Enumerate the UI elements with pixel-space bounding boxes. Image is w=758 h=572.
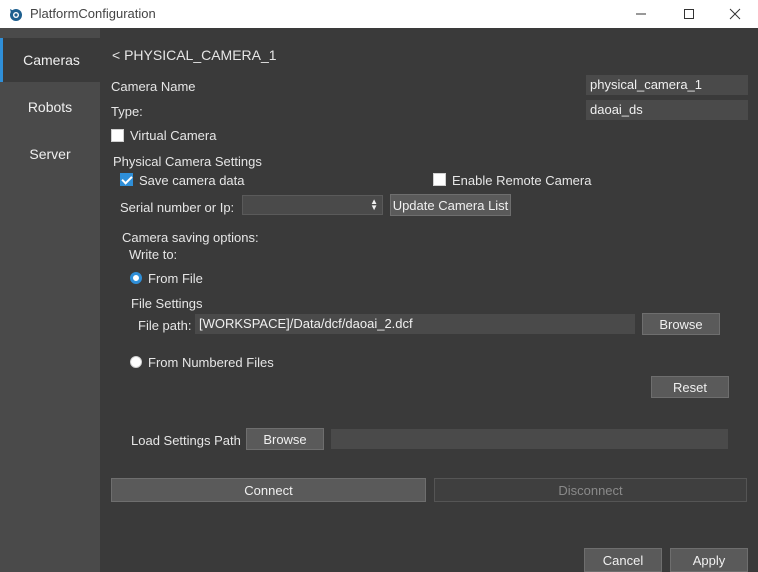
file-path-field[interactable]: [WORKSPACE]/Data/dcf/daoai_2.dcf <box>195 314 635 334</box>
virtual-camera-checkbox[interactable] <box>111 129 124 142</box>
maximize-icon <box>684 9 694 19</box>
from-file-label: From File <box>148 271 203 286</box>
connect-button[interactable]: Connect <box>111 478 426 502</box>
enable-remote-camera-checkbox[interactable] <box>433 173 446 186</box>
sidebar-item-server[interactable]: Server <box>0 132 100 176</box>
minimize-button[interactable] <box>618 0 664 28</box>
window-title: PlatformConfiguration <box>30 6 156 21</box>
virtual-camera-label: Virtual Camera <box>130 128 217 143</box>
footer-sidebar-edge <box>0 547 100 572</box>
file-path-label: File path: <box>138 318 192 333</box>
app-logo-icon <box>10 9 22 21</box>
from-file-radio[interactable] <box>130 272 142 284</box>
from-numbered-files-label: From Numbered Files <box>148 355 274 370</box>
enable-remote-camera-label: Enable Remote Camera <box>452 173 592 188</box>
connect-label: Connect <box>244 482 293 498</box>
type-label: Type: <box>111 104 143 119</box>
load-settings-path-field[interactable] <box>331 429 728 449</box>
back-link[interactable]: < PHYSICAL_CAMERA_1 <box>112 47 277 63</box>
camera-name-label: Camera Name <box>111 79 196 94</box>
browse-file-label: Browse <box>659 316 703 332</box>
sidebar-item-label: Robots <box>27 99 73 115</box>
serial-select[interactable]: ▲ ▼ <box>242 195 383 215</box>
load-settings-label: Load Settings Path <box>131 433 241 448</box>
update-camera-list-button[interactable]: Update Camera List <box>390 194 511 216</box>
update-camera-list-label: Update Camera List <box>392 197 509 213</box>
maximize-button[interactable] <box>666 0 712 28</box>
camera-name-field[interactable]: physical_camera_1 <box>586 75 748 95</box>
sidebar: Cameras Robots Server <box>0 28 100 547</box>
close-button[interactable] <box>712 0 758 28</box>
sidebar-item-cameras[interactable]: Cameras <box>0 38 100 82</box>
browse-file-button[interactable]: Browse <box>642 313 720 335</box>
sidebar-item-robots[interactable]: Robots <box>0 85 100 129</box>
cancel-button[interactable]: Cancel <box>584 548 662 572</box>
load-settings-browse-label: Browse <box>263 431 307 447</box>
file-settings-heading: File Settings <box>131 296 203 311</box>
from-numbered-files-radio[interactable] <box>130 356 142 368</box>
apply-button[interactable]: Apply <box>670 548 748 572</box>
sidebar-item-label: Cameras <box>23 52 80 68</box>
close-icon <box>729 8 741 20</box>
write-to-label: Write to: <box>129 247 178 262</box>
disconnect-label: Disconnect <box>558 482 623 498</box>
load-settings-browse-button[interactable]: Browse <box>246 428 324 450</box>
reset-button[interactable]: Reset <box>651 376 729 398</box>
sidebar-item-label: Server <box>29 146 71 162</box>
physical-settings-heading: Physical Camera Settings <box>113 154 262 169</box>
saving-options-heading: Camera saving options: <box>122 230 259 245</box>
apply-label: Apply <box>692 552 726 568</box>
type-field[interactable]: daoai_ds <box>586 100 748 120</box>
disconnect-button[interactable]: Disconnect <box>434 478 747 502</box>
save-camera-data-checkbox[interactable] <box>120 173 133 186</box>
reset-label: Reset <box>673 379 707 395</box>
footer-bar: Cancel Apply <box>0 547 758 572</box>
title-bar: PlatformConfiguration <box>0 0 758 28</box>
minimize-icon <box>636 13 646 15</box>
spin-arrows-icon: ▲ ▼ <box>370 197 378 212</box>
cancel-label: Cancel <box>602 552 644 568</box>
camera-settings-panel: < PHYSICAL_CAMERA_1 Camera Name physical… <box>100 28 758 547</box>
save-camera-data-label: Save camera data <box>139 173 245 188</box>
serial-label: Serial number or Ip: <box>120 200 235 215</box>
